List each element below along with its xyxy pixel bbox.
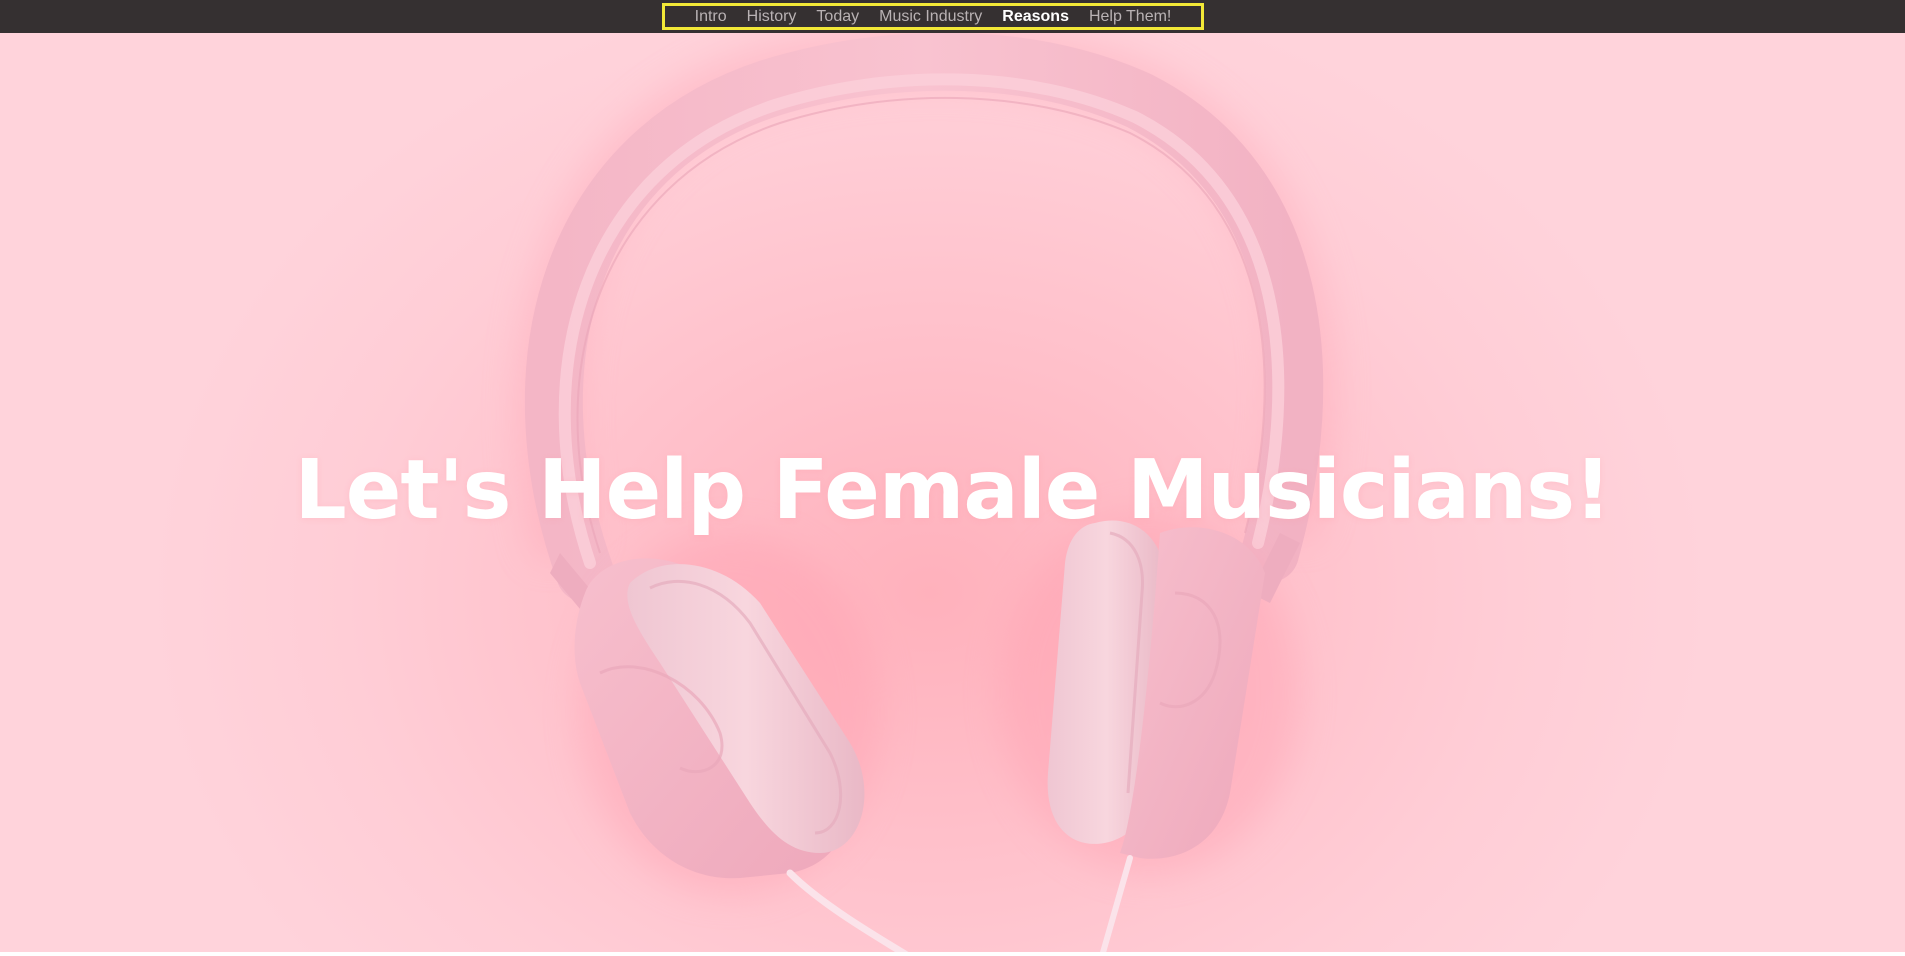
nav-link-intro[interactable]: Intro — [695, 7, 727, 27]
nav-link-history[interactable]: History — [747, 7, 797, 27]
nav-link-today[interactable]: Today — [816, 7, 859, 27]
top-navbar: Intro History Today Music Industry Reaso… — [0, 0, 1905, 33]
bottom-divider — [0, 952, 1905, 956]
hero-title: Let's Help Female Musicians! — [294, 443, 1612, 538]
nav-menu: Intro History Today Music Industry Reaso… — [662, 3, 1204, 30]
nav-link-reasons[interactable]: Reasons — [1002, 7, 1069, 27]
page: Intro History Today Music Industry Reaso… — [0, 0, 1905, 956]
nav-link-music-industry[interactable]: Music Industry — [879, 7, 982, 27]
nav-link-help-them[interactable]: Help Them! — [1089, 7, 1171, 27]
hero-section: Let's Help Female Musicians! — [0, 33, 1905, 956]
